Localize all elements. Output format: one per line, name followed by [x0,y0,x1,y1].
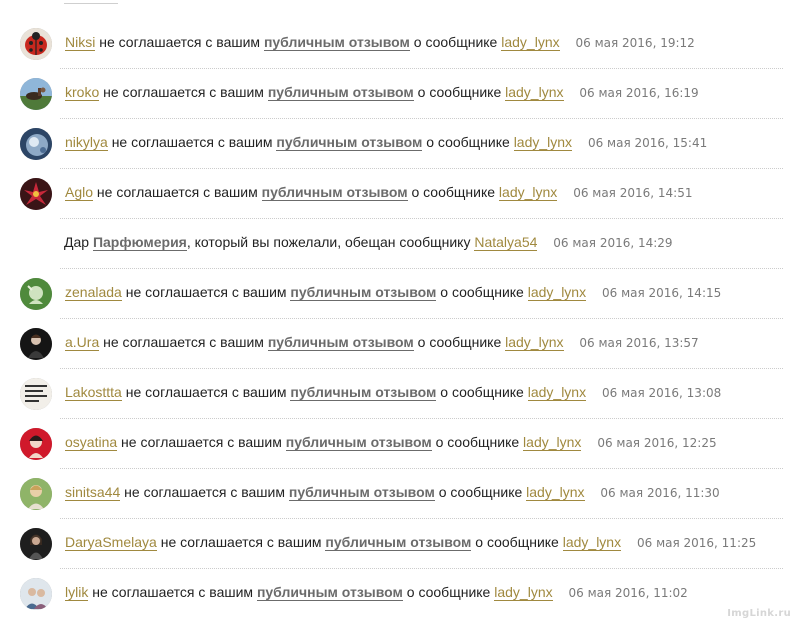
action-text: не соглашается с вашим [111,134,273,150]
timestamp: 06 мая 2016, 11:30 [600,486,720,500]
action-text: не соглашается с вашим [125,384,287,400]
notification-row: Lakosttta не соглашается с вашим публичн… [0,369,801,419]
user-link[interactable]: DaryaSmelaya [65,534,157,551]
about-text: о сообщнике [406,584,491,600]
user-link[interactable]: sinitsa44 [65,484,121,501]
about-text: о сообщнике [426,134,510,150]
gift-message-text: , который вы пожелали, обещан сообщнику [186,234,471,250]
user-link[interactable]: zenalada [65,284,122,301]
target-user-link[interactable]: lady_lynx [494,584,553,601]
notification-row: Niksi не соглашается с вашим публичным о… [0,19,801,69]
timestamp: 06 мая 2016, 14:15 [601,286,722,300]
timestamp: 06 мая 2016, 11:25 [636,536,757,550]
action-text: не соглашается с вашим [103,334,264,350]
timestamp: 06 мая 2016, 15:41 [587,136,708,150]
timestamp: 06 мая 2016, 12:25 [597,436,717,450]
target-user-link[interactable]: lady_lynx [513,134,573,151]
about-text: о сообщнике [440,284,524,300]
notification-row: kroko не соглашается с вашим публичным о… [0,69,801,119]
target-user-link[interactable]: lady_lynx [527,384,587,401]
public-review-link[interactable]: публичным отзывом [261,184,408,201]
notification-row: Aglo не соглашается с вашим публичным от… [0,169,801,219]
avatar[interactable] [20,178,52,210]
about-text: о сообщнике [411,184,496,200]
action-text: не соглашается с вашим [92,584,254,600]
target-user-link[interactable]: lady_lynx [498,184,558,201]
user-link[interactable]: Aglo [65,184,94,201]
public-review-link[interactable]: публичным отзывом [285,434,432,451]
user-link[interactable]: Lakosttta [65,384,122,401]
target-user-link[interactable]: lady_lynx [505,334,564,351]
avatar[interactable] [20,578,52,610]
user-link[interactable]: osyatina [65,434,118,451]
avatar[interactable] [20,28,52,60]
timestamp: 06 мая 2016, 13:08 [601,386,722,400]
public-review-link[interactable]: публичным отзывом [290,384,437,401]
target-user-link[interactable]: lady_lynx [527,284,587,301]
notification-feed: Niksi не соглашается с вашим публичным о… [0,19,801,619]
action-text: не соглашается с вашим [99,34,261,50]
target-user-link[interactable]: lady_lynx [523,434,582,451]
timestamp: 06 мая 2016, 11:02 [568,586,688,600]
user-link[interactable]: a.Ura [65,334,100,351]
avatar[interactable] [20,78,52,110]
notification-row: zenalada не соглашается с вашим публичны… [0,269,801,319]
action-text: не соглашается с вашим [121,434,282,450]
action-text: не соглашается с вашим [124,484,285,500]
avatar[interactable] [20,128,52,160]
target-user-link[interactable]: lady_lynx [501,34,560,51]
user-link[interactable]: kroko [65,84,100,101]
timestamp: 06 мая 2016, 14:51 [573,186,693,200]
timestamp: 06 мая 2016, 16:19 [579,86,699,100]
gift-notification-row: Дар Парфюмерия, который вы пожелали, обе… [0,219,801,269]
target-user-link[interactable]: lady_lynx [505,84,564,101]
avatar[interactable] [20,528,52,560]
user-link[interactable]: Niksi [65,34,96,51]
action-text: не соглашается с вашим [103,84,264,100]
notification-row: DaryaSmelaya не соглашается с вашим публ… [0,519,801,569]
notification-row: nikylya не соглашается с вашим публичным… [0,119,801,169]
timestamp: 06 мая 2016, 13:57 [579,336,699,350]
about-text: о сообщнике [440,384,524,400]
about-text: о сообщнике [475,534,559,550]
about-text: о сообщнике [417,84,502,100]
public-review-link[interactable]: публичным отзывом [256,584,403,601]
public-review-link[interactable]: публичным отзывом [276,134,423,151]
public-review-link[interactable]: публичным отзывом [288,484,435,501]
notification-row: sinitsa44 не соглашается с вашим публичн… [0,469,801,519]
previous-item-divider [64,0,118,4]
action-text: не соглашается с вашим [160,534,322,550]
user-link[interactable]: nikylya [65,134,108,151]
avatar[interactable] [20,428,52,460]
notification-row: a.Ura не соглашается с вашим публичным о… [0,319,801,369]
avatar[interactable] [20,278,52,310]
about-text: о сообщнике [438,484,523,500]
public-review-link[interactable]: публичным отзывом [267,334,414,351]
public-review-link[interactable]: публичным отзывом [325,534,472,551]
watermark: ImgLink.ru [727,608,791,619]
notification-row: osyatina не соглашается с вашим публичны… [0,419,801,469]
public-review-link[interactable]: публичным отзывом [263,34,410,51]
avatar[interactable] [20,328,52,360]
target-user-link[interactable]: lady_lynx [526,484,585,501]
public-review-link[interactable]: публичным отзывом [267,84,414,101]
user-link[interactable]: lylik [65,584,89,601]
public-review-link[interactable]: публичным отзывом [290,284,437,301]
recipient-user-link[interactable]: Natalya54 [474,234,538,251]
timestamp: 06 мая 2016, 14:29 [553,236,673,250]
about-text: о сообщнике [413,34,498,50]
gift-link[interactable]: Парфюмерия [92,234,187,251]
gift-prefix-text: Дар [64,234,90,250]
target-user-link[interactable]: lady_lynx [562,534,622,551]
about-text: о сообщнике [435,434,520,450]
action-text: не соглашается с вашим [96,184,258,200]
timestamp: 06 мая 2016, 19:12 [575,36,695,50]
about-text: о сообщнике [417,334,502,350]
avatar[interactable] [20,378,52,410]
action-text: не соглашается с вашим [125,284,287,300]
notification-row: lylik не соглашается с вашим публичным о… [0,569,801,618]
avatar[interactable] [20,478,52,510]
